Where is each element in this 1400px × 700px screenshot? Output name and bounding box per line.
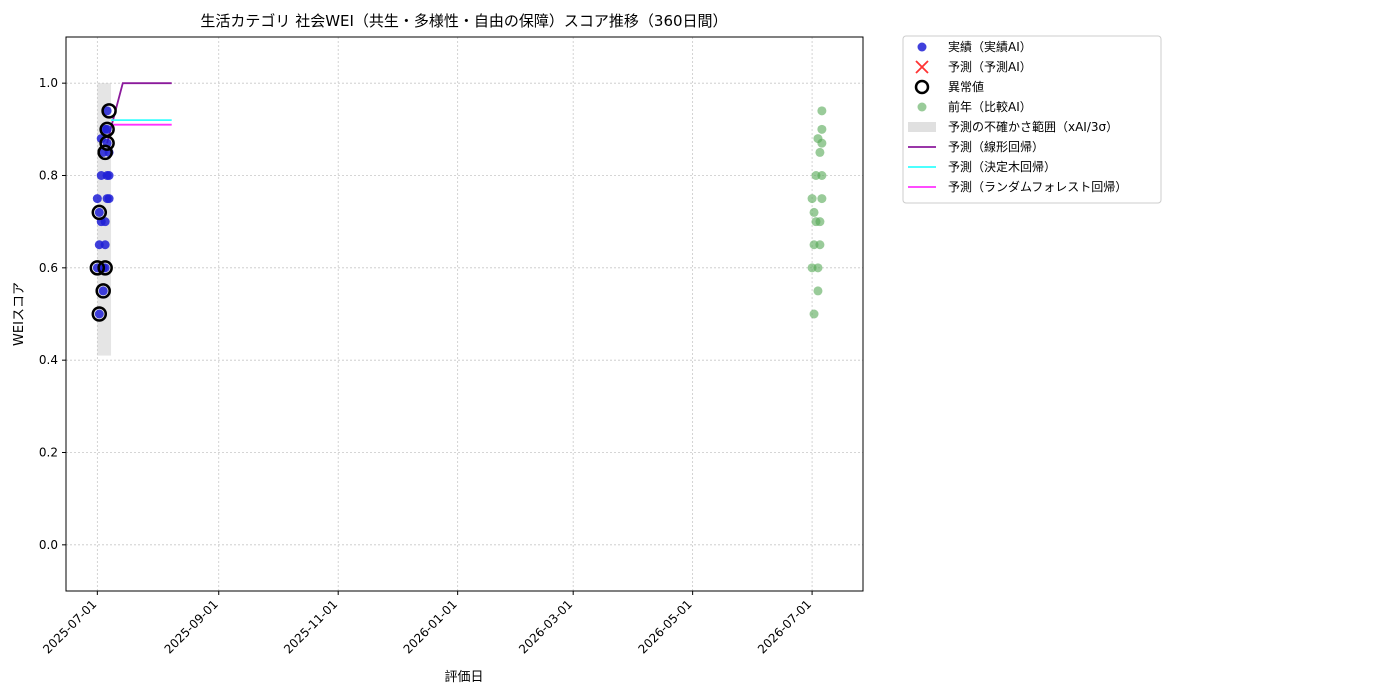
previous-year-point [817,194,827,204]
previous-year-point [809,309,819,319]
previous-year-point [817,106,827,116]
x-tick-label: 2026-03-01 [516,597,575,656]
y-tick-label: 0.4 [39,353,58,367]
x-tick-label: 2025-11-01 [281,597,340,656]
previous-year-point [817,124,827,134]
legend-marker-band [908,122,936,132]
previous-year-point [815,240,825,250]
y-tick-label: 1.0 [39,76,58,90]
x-tick-label: 2026-01-01 [401,597,460,656]
legend-label: 実績（実績AI） [948,39,1032,54]
actual-point [100,240,110,250]
x-tick-label: 2026-05-01 [636,597,695,656]
actual-point [98,286,108,296]
legend-label: 予測（ランダムフォレスト回帰） [948,179,1127,194]
chart-title: 生活カテゴリ 社会WEI（共生・多様性・自由の保障）スコア推移（360日間） [200,12,727,30]
y-tick-label: 0.0 [39,538,58,552]
y-axis-label: WEIスコア [12,282,27,346]
actual-point [104,194,114,204]
x-axis: 2025-07-01 2025-09-01 2025-11-01 2026-01-01… [40,591,814,656]
legend-label: 予測（決定木回帰） [948,159,1056,174]
actual-point [104,171,114,180]
previous-year-point [817,138,827,148]
previous-year-point [813,263,823,273]
legend-label: 予測（線形回帰） [948,139,1044,154]
y-tick-label: 0.8 [39,169,58,183]
legend: 実績（実績AI） 予測（予測AI） 異常値前年（比較AI） 予測の不確かさ範囲（xAI… [902,35,1162,204]
previous-year-point [813,286,823,296]
actual-point [102,124,112,134]
forecast-line [106,82,172,144]
previous-year-point [807,194,817,204]
actual-point [92,194,102,204]
legend-label: 前年（比較AI） [948,99,1032,114]
previous-year-point [809,207,819,217]
x-tick-label: 2026-07-01 [755,597,814,656]
chart: 生活カテゴリ 社会WEI（共生・多様性・自由の保障）スコア推移（360日間） 0… [12,12,1162,685]
legend-label: 異常値 [948,79,984,94]
x-tick-label: 2025-09-01 [162,597,221,656]
points-layer [89,103,827,322]
y-tick-label: 0.6 [39,261,58,275]
legend-label: 予測（予測AI） [948,60,1032,74]
grid [66,37,863,591]
legend-label: 予測の不確かさ範囲（xAI/3σ） [948,119,1118,134]
y-axis: 0.0 0.2 0.4 0.6 0.8 1.0 [39,76,66,552]
x-axis-label: 評価日 [444,670,483,685]
previous-year-point [815,147,825,157]
actual-point [94,207,104,217]
forecast-lines-layer [106,82,172,144]
x-tick-label: 2025-07-01 [40,597,99,656]
legend-marker-dot [917,42,927,52]
actual-point [94,309,104,319]
legend-marker-dot [917,102,927,112]
previous-year-point [817,171,827,180]
y-tick-label: 0.2 [39,446,58,460]
previous-year-point [815,217,825,227]
plot-frame [65,36,864,592]
